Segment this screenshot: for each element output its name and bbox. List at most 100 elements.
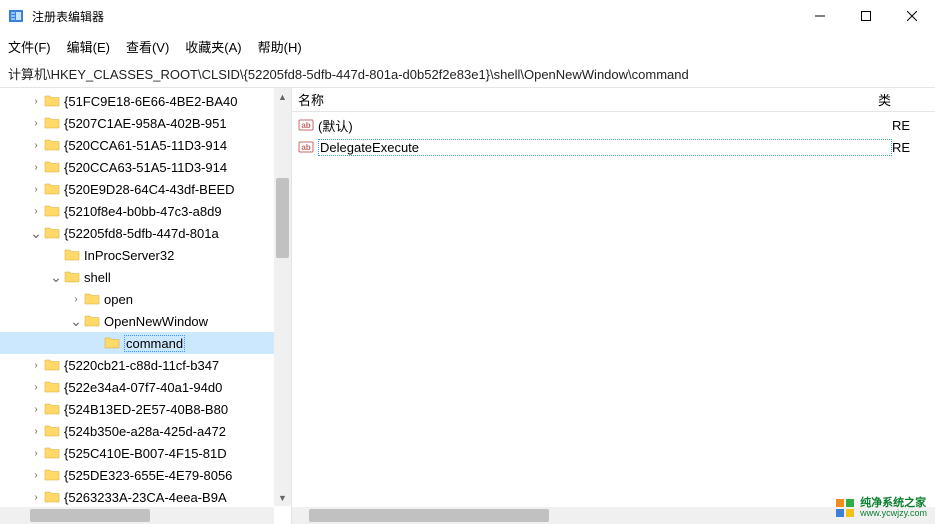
watermark-line2: www.ycwjzy.com [860, 509, 927, 518]
minimize-button[interactable] [797, 0, 843, 32]
value-type: RE [892, 118, 910, 133]
folder-icon [44, 423, 60, 439]
tree-item[interactable]: › {5220cb21-c88d-11cf-b347 [0, 354, 291, 376]
tree-item-label: {5207C1AE-958A-402B-951 [64, 116, 227, 131]
watermark: 纯净系统之家 www.ycwjzy.com [836, 498, 927, 518]
tree-item[interactable]: ›open [0, 288, 291, 310]
tree-item[interactable]: ⌄ {52205fd8-5dfb-447d-801a [0, 222, 291, 244]
tree-item[interactable]: InProcServer32 [0, 244, 291, 266]
tree-item-label: {520E9D28-64C4-43df-BEED [64, 182, 235, 197]
list-header: 名称 类 [292, 88, 935, 112]
folder-icon [44, 445, 60, 461]
chevron-right-icon[interactable]: › [28, 382, 44, 393]
chevron-down-icon[interactable]: ⌄ [28, 225, 44, 242]
column-header-type[interactable]: 类 [878, 90, 935, 109]
list-row[interactable]: ab (默认)RE [292, 114, 935, 136]
chevron-right-icon[interactable]: › [28, 96, 44, 107]
tree-panel: › {51FC9E18-6E66-4BE2-BA40 › {5207C1AE-958A… [0, 88, 292, 524]
chevron-down-icon[interactable]: ⌄ [48, 269, 64, 286]
string-value-icon: ab [298, 117, 314, 133]
maximize-button[interactable] [843, 0, 889, 32]
scroll-down-icon[interactable]: ▼ [274, 489, 291, 506]
tree-item-label: {525C410E-B007-4F15-81D [64, 446, 227, 461]
tree-item[interactable]: › {525C410E-B007-4F15-81D [0, 442, 291, 464]
watermark-icon [836, 499, 854, 517]
tree-item-label: {5220cb21-c88d-11cf-b347 [64, 358, 219, 373]
tree-horizontal-scrollbar[interactable] [0, 507, 274, 524]
address-bar[interactable]: 计算机\HKEY_CLASSES_ROOT\CLSID\{52205fd8-5d… [0, 60, 935, 88]
chevron-right-icon[interactable]: › [28, 118, 44, 129]
scroll-thumb[interactable] [309, 509, 549, 522]
chevron-right-icon[interactable]: › [68, 294, 84, 305]
column-header-name[interactable]: 名称 [298, 90, 878, 109]
chevron-right-icon[interactable]: › [28, 206, 44, 217]
chevron-right-icon[interactable]: › [28, 360, 44, 371]
tree-item-label: command [124, 335, 185, 352]
folder-icon [44, 489, 60, 505]
address-text: 计算机\HKEY_CLASSES_ROOT\CLSID\{52205fd8-5d… [8, 64, 689, 83]
close-button[interactable] [889, 0, 935, 32]
folder-icon [44, 401, 60, 417]
string-value-icon: ab [298, 139, 314, 155]
folder-icon [64, 247, 80, 263]
window-title: 注册表编辑器 [32, 8, 797, 25]
tree-item-label: OpenNewWindow [104, 314, 208, 329]
menu-edit[interactable]: 编辑(E) [67, 37, 110, 56]
value-name: (默认) [318, 116, 892, 135]
folder-icon [44, 203, 60, 219]
tree-vertical-scrollbar[interactable]: ▲ ▼ [274, 88, 291, 506]
tree-item[interactable]: command [0, 332, 291, 354]
chevron-down-icon[interactable]: ⌄ [68, 313, 84, 330]
window-controls [797, 0, 935, 32]
menu-favorites[interactable]: 收藏夹(A) [185, 37, 241, 56]
value-type: RE [892, 140, 910, 155]
scroll-up-icon[interactable]: ▲ [274, 88, 291, 105]
tree-item-label: {522e34a4-07f7-40a1-94d0 [64, 380, 222, 395]
tree-item-label: {5210f8e4-b0bb-47c3-a8d9 [64, 204, 222, 219]
chevron-right-icon[interactable]: › [28, 404, 44, 415]
menu-help[interactable]: 帮助(H) [258, 37, 302, 56]
folder-icon [84, 291, 100, 307]
list-panel: 名称 类 ab (默认)RE ab DelegateExecuteRE 纯净系统之家 … [292, 88, 935, 524]
tree-item[interactable]: › {5210f8e4-b0bb-47c3-a8d9 [0, 200, 291, 222]
tree-item[interactable]: ›{520CCA61-51A5-11D3-914 [0, 134, 291, 156]
tree-item-label: InProcServer32 [84, 248, 174, 263]
tree-item[interactable]: › {525DE323-655E-4E79-8056 [0, 464, 291, 486]
tree-item-label: shell [84, 270, 111, 285]
tree-item[interactable]: › {520E9D28-64C4-43df-BEED [0, 178, 291, 200]
value-name: DelegateExecute [318, 139, 892, 156]
tree-item-label: {525DE323-655E-4E79-8056 [64, 468, 232, 483]
chevron-right-icon[interactable]: › [28, 470, 44, 481]
tree-item[interactable]: › {524b350e-a28a-425d-a472 [0, 420, 291, 442]
content-area: › {51FC9E18-6E66-4BE2-BA40 › {5207C1AE-958A… [0, 88, 935, 524]
menu-view[interactable]: 查看(V) [126, 37, 169, 56]
folder-icon [44, 357, 60, 373]
tree-item-label: {51FC9E18-6E66-4BE2-BA40 [64, 94, 237, 109]
tree-item[interactable]: ›{520CCA63-51A5-11D3-914 [0, 156, 291, 178]
tree-item[interactable]: › {5207C1AE-958A-402B-951 [0, 112, 291, 134]
list-row[interactable]: ab DelegateExecuteRE [292, 136, 935, 158]
chevron-right-icon[interactable]: › [28, 140, 44, 151]
chevron-right-icon[interactable]: › [28, 426, 44, 437]
svg-text:ab: ab [301, 143, 310, 152]
chevron-right-icon[interactable]: › [28, 184, 44, 195]
tree-item[interactable]: › {522e34a4-07f7-40a1-94d0 [0, 376, 291, 398]
svg-text:ab: ab [301, 121, 310, 130]
tree-item[interactable]: › {51FC9E18-6E66-4BE2-BA40 [0, 90, 291, 112]
folder-icon [64, 269, 80, 285]
scroll-thumb[interactable] [30, 509, 150, 522]
tree-item[interactable]: ›{5263233A-23CA-4eea-B9A [0, 486, 291, 508]
folder-icon [44, 115, 60, 131]
tree-item[interactable]: ›{524B13ED-2E57-40B8-B80 [0, 398, 291, 420]
chevron-right-icon[interactable]: › [28, 492, 44, 503]
scroll-thumb[interactable] [276, 178, 289, 258]
tree-item[interactable]: ⌄ shell [0, 266, 291, 288]
tree-item-label: {52205fd8-5dfb-447d-801a [64, 226, 219, 241]
chevron-right-icon[interactable]: › [28, 162, 44, 173]
tree-item-label: {524b350e-a28a-425d-a472 [64, 424, 226, 439]
menu-file[interactable]: 文件(F) [8, 37, 51, 56]
chevron-right-icon[interactable]: › [28, 448, 44, 459]
tree-item[interactable]: ⌄ OpenNewWindow [0, 310, 291, 332]
folder-icon [44, 379, 60, 395]
folder-icon [44, 467, 60, 483]
